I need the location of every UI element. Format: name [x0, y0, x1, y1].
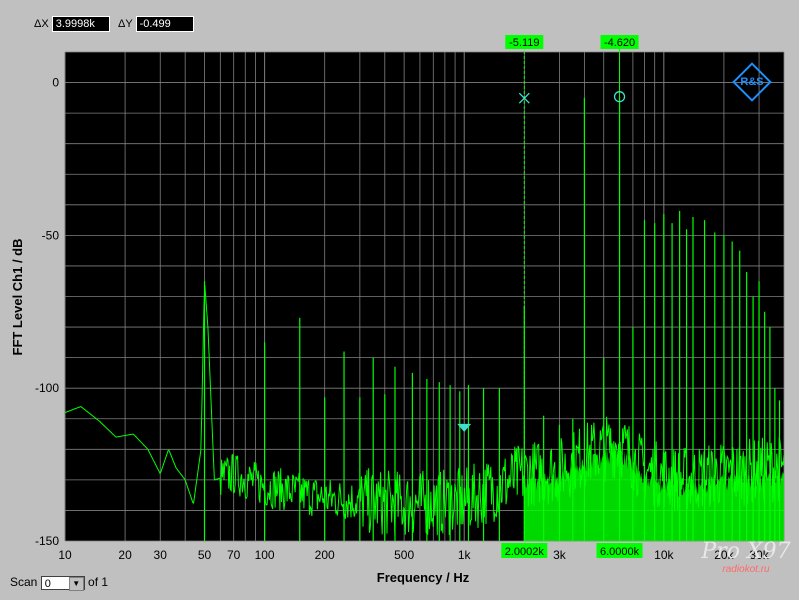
chevron-down-icon[interactable]: ▼	[68, 576, 84, 591]
x-tick-label: 50	[198, 548, 212, 562]
delta-y-value: -0.499	[135, 16, 194, 32]
x-tick-label: 1k	[458, 548, 472, 562]
scan-label: Scan	[10, 575, 38, 589]
delta-x-readout: ΔX 3.9998k	[34, 16, 110, 32]
fft-chart: 10 20 30 50 70 100 200 500 1k 3k 10k 20k 30k 0-50-10…	[10, 35, 785, 585]
scan-of-label: of 1	[88, 575, 109, 589]
y-tick-label: 0	[52, 76, 59, 90]
delta-y-readout: ΔY -0.499	[118, 16, 194, 32]
y-tick-label: -100	[35, 381, 59, 395]
x-tick-label: 100	[255, 548, 275, 562]
x-tick-labels: 10 20 30 50 70 100 200 500 1k 3k 10k 20k 30k	[58, 548, 769, 562]
scan-select[interactable]: 0 ▼	[40, 575, 85, 591]
y-axis-label: FFT Level Ch1 / dB	[10, 238, 25, 355]
cursor-2-x-label: 6.0000k	[600, 546, 640, 558]
x-tick-label: 70	[227, 548, 241, 562]
svg-text:R&S: R&S	[740, 76, 763, 88]
delta-x-value: 3.9998k	[51, 16, 110, 32]
x-tick-label: 30	[154, 548, 168, 562]
watermark-text: Pro X97	[701, 539, 791, 564]
x-tick-label: 200	[315, 548, 335, 562]
x-tick-label: 3k	[553, 548, 567, 562]
watermark-site: radiokot.ru	[722, 564, 770, 575]
y-tick-labels: 0 -50 -100 -150	[35, 76, 59, 548]
delta-x-label: ΔX	[34, 17, 49, 30]
delta-y-label: ΔY	[118, 17, 133, 30]
cursor-1-x-label: 2.0002k	[505, 546, 545, 558]
y-tick-label: -150	[35, 534, 59, 548]
x-axis-label: Frequency / Hz	[377, 570, 470, 585]
scan-value: 0	[44, 577, 51, 590]
scan-control: Scan 0 ▼ of 1	[10, 575, 109, 591]
cursor-2-y-label: -4.620	[604, 37, 635, 49]
watermark: Pro X97 radiokot.ru	[700, 540, 792, 596]
cursor-1-y-label: -5.119	[509, 37, 539, 49]
x-tick-label: 10k	[654, 548, 674, 562]
y-tick-label: -50	[42, 228, 60, 242]
x-tick-label: 20	[118, 548, 132, 562]
x-tick-label: 10	[58, 548, 72, 562]
x-tick-label: 500	[394, 548, 414, 562]
